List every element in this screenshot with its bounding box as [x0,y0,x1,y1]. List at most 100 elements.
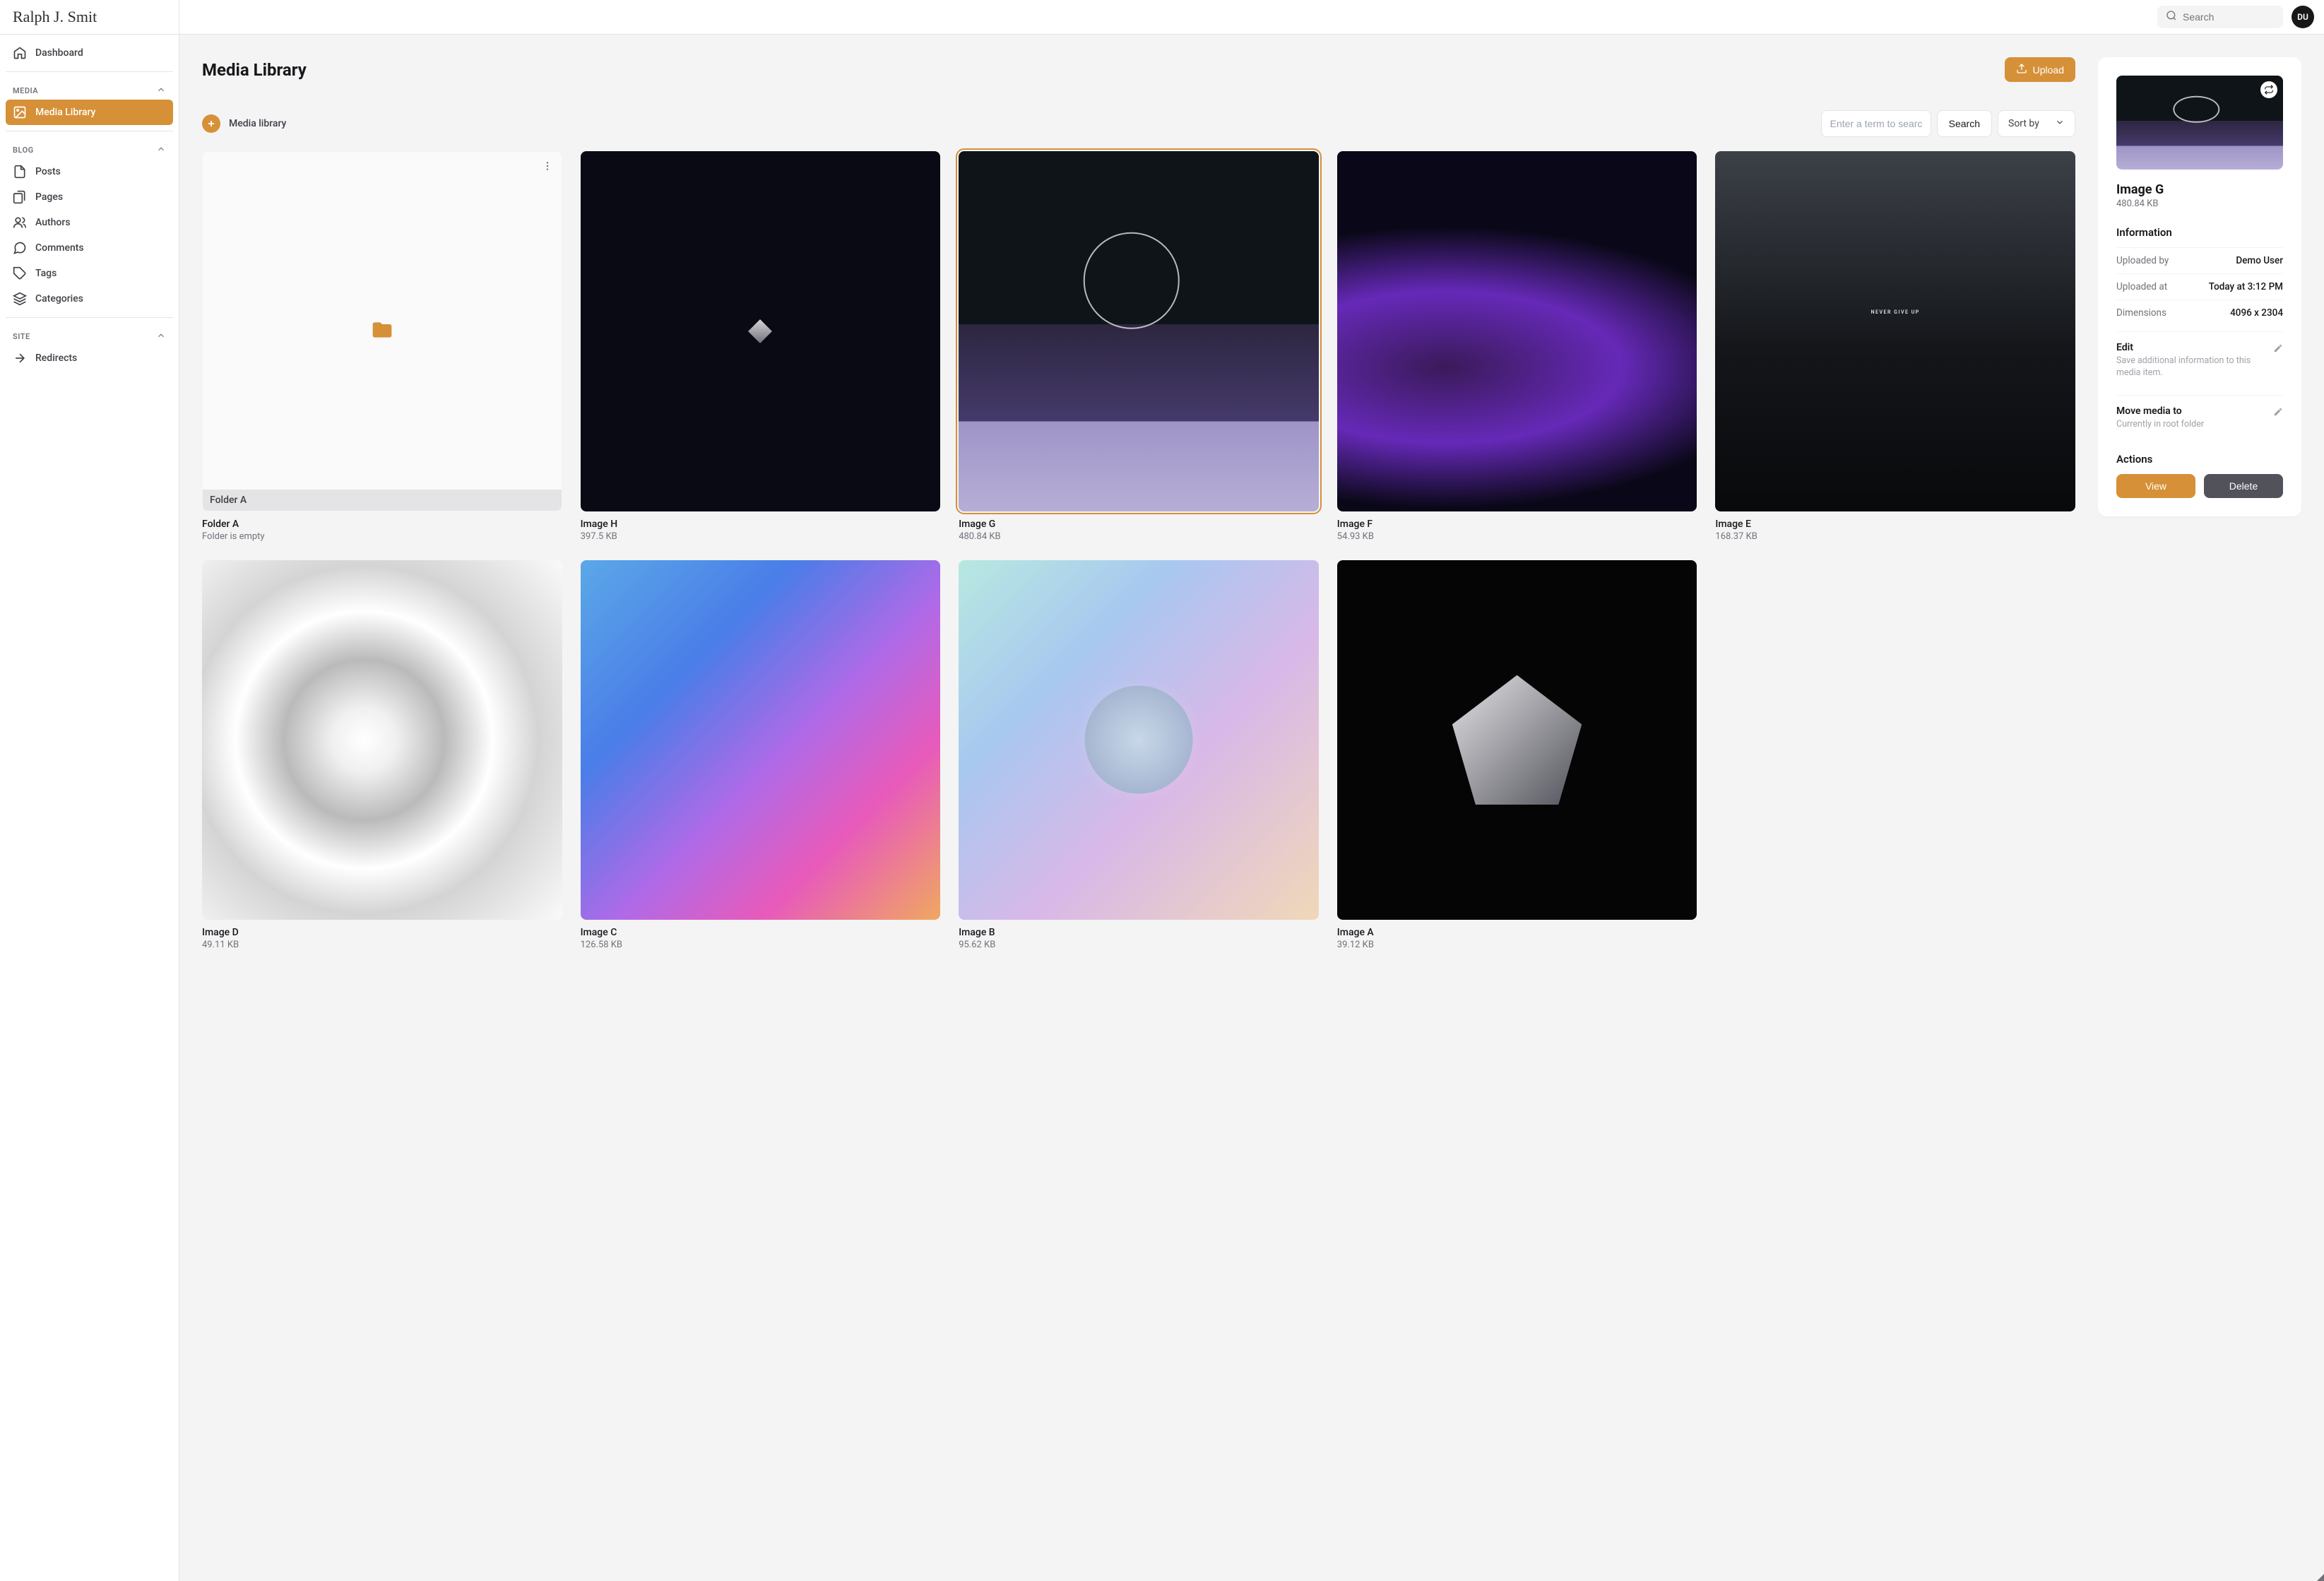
sidebar-item-posts[interactable]: Posts [6,159,173,184]
resize-handle[interactable] [2317,1574,2324,1581]
logo-text: Ralph J. Smit [13,8,97,26]
sidebar-item-redirects[interactable]: Redirects [6,345,173,371]
card-name: Image G [959,519,1319,530]
image-icon [13,105,27,119]
media-card[interactable]: Image B 95.62 KB [959,560,1319,951]
global-search-input[interactable] [2183,11,2275,23]
thumb-text: NEVER GIVE UP [1871,309,1920,315]
sidebar-item-pages[interactable]: Pages [6,184,173,210]
folder-badge: Folder A [203,490,562,511]
card-meta: 168.37 KB [1715,531,2075,542]
search-icon [2166,10,2177,24]
sidebar-item-media-library[interactable]: Media Library [6,100,173,125]
card-name: Image C [581,927,941,938]
card-name: Folder A [202,519,562,530]
pencil-icon[interactable] [2273,407,2283,420]
sidebar-label: Media Library [35,107,95,118]
breadcrumb: Media library [202,114,286,133]
info-heading: Information [2116,226,2283,239]
card-name: Image D [202,927,562,938]
topbar: DU [179,0,2324,35]
card-meta: 49.11 KB [202,940,562,950]
media-card[interactable]: Image G 480.84 KB [959,151,1319,542]
main: DU Media Library Upload Media lib [179,0,2324,1581]
media-card[interactable]: Image C 126.58 KB [581,560,941,951]
global-search[interactable] [2157,6,2283,28]
folder-icon [371,319,393,344]
delete-button[interactable]: Delete [2204,474,2283,498]
card-name: Image A [1337,927,1697,938]
sidebar-label: Dashboard [35,47,83,59]
section-label: MEDIA [13,86,38,95]
sidebar-item-comments[interactable]: Comments [6,235,173,261]
card-meta: Folder is empty [202,531,562,542]
folder-card[interactable]: Folder A Folder A Folder is empty [202,151,562,542]
detail-panel: Image G 480.84 KB Information Uploaded b… [2098,57,2301,516]
swap-image-button[interactable] [2260,81,2277,98]
upload-button[interactable]: Upload [2005,57,2075,82]
pencil-icon[interactable] [2273,343,2283,356]
sidebar-item-authors[interactable]: Authors [6,210,173,235]
sidebar-item-dashboard[interactable]: Dashboard [6,40,173,66]
page-title: Media Library [202,60,307,80]
folder-more-button[interactable] [540,159,555,173]
sidebar-label: Tags [35,268,57,279]
sidebar: Ralph J. Smit Dashboard MEDIA Media Libr… [0,0,179,1581]
info-row-dimensions: Dimensions 4096 x 2304 [2116,300,2283,326]
info-value: Demo User [2236,255,2283,266]
sidebar-item-categories[interactable]: Categories [6,286,173,312]
info-label: Uploaded by [2116,255,2169,266]
add-folder-button[interactable] [202,114,220,133]
info-row-uploaded-at: Uploaded at Today at 3:12 PM [2116,273,2283,300]
nav: Dashboard MEDIA Media Library BLOG Posts [0,35,179,377]
card-name: Image E [1715,519,2075,530]
view-button[interactable]: View [2116,474,2195,498]
info-value: Today at 3:12 PM [2209,281,2283,292]
user-avatar[interactable]: DU [2292,6,2314,28]
comment-icon [13,241,27,255]
card-name: Image F [1337,519,1697,530]
users-icon [13,215,27,230]
sidebar-label: Redirects [35,353,77,364]
sort-dropdown[interactable]: Sort by [1998,110,2075,137]
media-card[interactable]: Image F 54.93 KB [1337,151,1697,542]
card-meta: 480.84 KB [959,531,1319,542]
search-button[interactable]: Search [1937,110,1992,137]
move-desc: Currently in root folder [2116,418,2204,431]
chevron-up-icon [156,331,166,343]
media-card[interactable]: Image H 397.5 KB [581,151,941,542]
move-title: Move media to [2116,405,2204,417]
upload-label: Upload [2033,64,2064,76]
media-card[interactable]: Image D 49.11 KB [202,560,562,951]
section-label: BLOG [13,146,34,155]
sidebar-section-blog[interactable]: BLOG [6,137,173,159]
chevron-down-icon [2055,117,2065,130]
sidebar-section-site[interactable]: SITE [6,324,173,345]
edit-title: Edit [2116,342,2266,353]
move-block[interactable]: Move media to Currently in root folder [2116,395,2283,441]
info-row-uploaded-by: Uploaded by Demo User [2116,247,2283,273]
library-search-input[interactable] [1821,110,1931,137]
sort-label: Sort by [2008,118,2039,129]
chevron-up-icon [156,144,166,156]
sidebar-item-tags[interactable]: Tags [6,261,173,286]
info-value: 4096 x 2304 [2230,307,2283,319]
media-card[interactable]: Image A 39.12 KB [1337,560,1697,951]
media-card[interactable]: NEVER GIVE UP Image E 168.37 KB [1715,151,2075,542]
sidebar-label: Pages [35,191,63,203]
edit-block[interactable]: Edit Save additional information to this… [2116,331,2283,389]
sidebar-section-media[interactable]: MEDIA [6,78,173,100]
home-icon [13,46,27,60]
card-name: Image H [581,519,941,530]
upload-icon [2016,63,2027,76]
sidebar-label: Categories [35,293,83,304]
pages-icon [13,190,27,204]
logo[interactable]: Ralph J. Smit [0,0,179,35]
sidebar-label: Posts [35,166,61,177]
edit-desc: Save additional information to this medi… [2116,355,2266,379]
breadcrumb-root[interactable]: Media library [229,118,286,129]
detail-preview [2116,76,2283,170]
sidebar-label: Authors [35,217,71,228]
section-label: SITE [13,332,30,341]
card-meta: 39.12 KB [1337,940,1697,950]
